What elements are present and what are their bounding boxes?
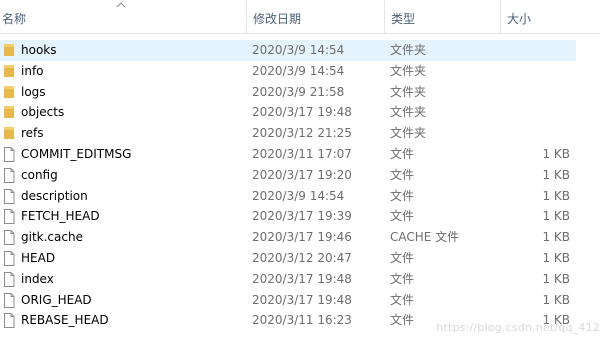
file-name: FETCH_HEAD [21,209,100,224]
file-name: hooks [21,43,57,57]
file-row[interactable]: info 2020/3/9 14:54 文件夹 [0,61,576,82]
file-name: REBASE_HEAD [21,313,109,328]
file-type: 文件 [390,188,415,203]
file-modified-date: 2020/3/11 16:23 [252,313,352,328]
file-size: 1 KB [542,146,570,161]
file-type: 文件夹 [390,63,427,78]
file-row[interactable]: ORIG_HEAD 2020/3/17 19:48 文件 1 KB [0,290,576,311]
file-type: 文件 [390,167,415,182]
file-modified-date: 2020/3/17 19:39 [252,209,352,224]
column-header-type[interactable]: 类型 [384,0,500,33]
file-type: 文件夹 [390,43,427,57]
file-size [500,40,570,61]
file-row[interactable]: HEAD 2020/3/12 20:47 文件 1 KB [0,248,576,269]
file-size [500,102,570,123]
file-modified-date: 2020/3/12 21:25 [252,126,352,141]
file-list: hooks 2020/3/9 14:54 文件夹 info 2020/3/9 14:54… [0,40,600,331]
column-header-date[interactable]: 修改日期 [246,0,384,33]
column-header-bar: 名称 修改日期 类型 大小 [0,0,600,34]
folder-icon [3,123,17,144]
folder-icon [3,61,17,82]
file-name: info [21,63,44,78]
file-icon [3,186,17,207]
file-size: 1 KB [542,250,570,265]
file-type: 文件 [390,271,415,286]
file-modified-date: 2020/3/17 19:20 [252,167,352,182]
file-name: HEAD [21,250,56,265]
column-header-name-label: 名称 [2,12,27,26]
file-modified-date: 2020/3/12 20:47 [252,250,352,265]
folder-icon [3,40,17,61]
file-size: 1 KB [542,230,570,245]
file-modified-date: 2020/3/17 19:48 [252,105,352,120]
file-icon [3,206,17,227]
file-size: 1 KB [542,271,570,286]
file-type: 文件夹 [390,84,427,99]
column-header-size[interactable]: 大小 [500,0,574,33]
file-icon [3,290,17,311]
file-modified-date: 2020/3/9 14:54 [252,43,345,57]
file-size: 1 KB [542,292,570,307]
file-type: CACHE 文件 [390,230,460,245]
file-row[interactable]: objects 2020/3/17 19:48 文件夹 [0,102,576,123]
file-explorer-window: 名称 修改日期 类型 大小 hooks 2020/3/9 14:54 文件夹 info… [0,0,600,340]
file-icon [3,165,17,186]
file-icon [3,144,17,165]
file-size: 1 KB [542,209,570,224]
file-row[interactable]: config 2020/3/17 19:20 文件 1 KB [0,165,576,186]
file-name: COMMIT_EDITMSG [21,146,132,161]
column-header-size-label: 大小 [507,12,532,26]
file-row[interactable]: gitk.cache 2020/3/17 19:46 CACHE 文件 1 KB [0,227,576,248]
file-row[interactable]: description 2020/3/9 14:54 文件 1 KB [0,186,576,207]
file-name: ORIG_HEAD [21,292,92,307]
file-size [500,123,570,144]
file-row[interactable]: hooks 2020/3/9 14:54 文件夹 [0,40,576,61]
folder-icon [3,82,17,103]
file-size: 1 KB [542,188,570,203]
file-name: objects [21,105,65,120]
file-size: 1 KB [542,167,570,182]
file-name: description [21,188,88,203]
file-size [500,61,570,82]
file-modified-date: 2020/3/9 14:54 [252,188,345,203]
column-header-type-label: 类型 [391,12,416,26]
file-name: config [21,167,58,182]
file-type: 文件夹 [390,105,427,120]
file-modified-date: 2020/3/17 19:46 [252,230,352,245]
file-row[interactable]: index 2020/3/17 19:48 文件 1 KB [0,269,576,290]
file-name: refs [21,126,44,141]
file-type: 文件夹 [390,126,427,141]
file-modified-date: 2020/3/9 14:54 [252,63,345,78]
file-row[interactable]: refs 2020/3/12 21:25 文件夹 [0,123,576,144]
watermark: https://blog.csdn.net/qq_412 [436,321,600,334]
file-modified-date: 2020/3/17 19:48 [252,271,352,286]
file-modified-date: 2020/3/9 21:58 [252,84,345,99]
file-size [500,82,570,103]
file-name: logs [21,84,46,99]
file-row[interactable]: FETCH_HEAD 2020/3/17 19:39 文件 1 KB [0,206,576,227]
file-icon [3,248,17,269]
sort-ascending-icon [116,2,126,8]
file-modified-date: 2020/3/11 17:07 [252,146,352,161]
column-header-date-label: 修改日期 [253,12,302,26]
file-modified-date: 2020/3/17 19:48 [252,292,352,307]
file-name: index [21,271,54,286]
file-type: 文件 [390,209,415,224]
file-icon [3,310,17,331]
file-icon [3,227,17,248]
file-type: 文件 [390,292,415,307]
column-header-name[interactable]: 名称 [0,0,246,33]
folder-icon [3,102,17,123]
file-row[interactable]: logs 2020/3/9 21:58 文件夹 [0,82,576,103]
file-type: 文件 [390,146,415,161]
file-type: 文件 [390,250,415,265]
file-name: gitk.cache [21,230,83,245]
file-icon [3,269,17,290]
file-row[interactable]: COMMIT_EDITMSG 2020/3/11 17:07 文件 1 KB [0,144,576,165]
